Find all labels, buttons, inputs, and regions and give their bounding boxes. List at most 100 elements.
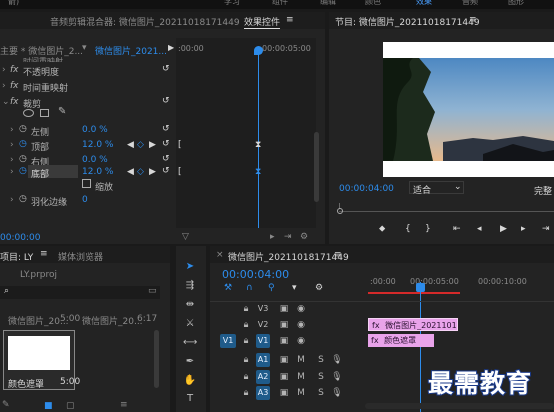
add-keyframe-icon[interactable]: ◇ xyxy=(137,140,144,150)
sequence-tab[interactable]: 微信图片_20211018171449 xyxy=(228,250,349,263)
reset-icon[interactable]: ↺ xyxy=(162,166,170,176)
crop-top-value[interactable]: 12.0 % xyxy=(82,140,113,150)
go-to-out-icon[interactable]: ⇥ xyxy=(542,224,550,234)
search-input[interactable] xyxy=(0,286,160,299)
quality-value[interactable]: 完整 xyxy=(534,184,552,197)
razor-tool-icon[interactable]: ⚔ xyxy=(183,317,197,331)
crop-bottom-value[interactable]: 12.0 % xyxy=(82,167,113,177)
zoom-checkbox[interactable] xyxy=(82,179,91,188)
slip-tool-icon[interactable]: ⟷ xyxy=(183,336,197,350)
chevron-right-icon[interactable]: › xyxy=(10,140,14,150)
source-patch-v1[interactable]: V1 xyxy=(220,334,236,348)
crop-label[interactable]: 裁剪 xyxy=(23,97,41,110)
menu-assembly[interactable]: 组件 xyxy=(272,0,288,7)
feather-value[interactable]: 0 xyxy=(82,195,88,205)
time-remap-label[interactable]: 时间重映射 xyxy=(23,81,68,94)
play-icon[interactable]: ▶ xyxy=(500,224,507,234)
track-label-a2[interactable]: A2 xyxy=(256,370,270,384)
panel-menu-icon[interactable]: ≡ xyxy=(40,249,48,259)
close-icon[interactable]: × xyxy=(216,250,224,260)
pencil-icon[interactable]: ✎ xyxy=(2,400,10,410)
chevron-right-icon[interactable]: › xyxy=(2,65,6,75)
tab-media-browser[interactable]: 媒体浏览器 xyxy=(58,250,103,263)
menu-learn[interactable]: 学习 xyxy=(224,0,240,7)
icon-view-icon[interactable]: ▢ xyxy=(66,401,75,411)
mic-icon[interactable]: 🎙︎ xyxy=(330,386,344,400)
reset-icon[interactable]: ↺ xyxy=(162,96,170,106)
keyframe-icon[interactable]: ⧗ xyxy=(255,167,261,177)
filter-icon[interactable]: ▽ xyxy=(182,232,189,242)
selection-tool-icon[interactable]: ➤ xyxy=(183,260,197,274)
scrub-bar[interactable] xyxy=(339,211,554,212)
track-label-v1[interactable]: V1 xyxy=(256,334,270,348)
nest-icon[interactable]: ⚒ xyxy=(224,283,232,293)
type-tool-icon[interactable]: T xyxy=(183,392,197,406)
next-keyframe-icon[interactable]: ▶ xyxy=(149,167,156,177)
keyframe-timeline[interactable] xyxy=(176,38,316,228)
track-select-tool-icon[interactable]: ⇶ xyxy=(183,279,197,293)
lock-icon[interactable]: 🔒︎ xyxy=(239,386,253,400)
tab-effect-controls[interactable]: 效果控件 xyxy=(244,15,281,29)
stopwatch-icon[interactable]: ◷ xyxy=(19,154,27,164)
reset-icon[interactable]: ↺ xyxy=(162,139,170,149)
lock-icon[interactable]: 🔒︎ xyxy=(239,353,253,367)
sync-lock-icon[interactable]: ▣ xyxy=(277,302,291,316)
crumb-clip[interactable]: 微信图片_2021... xyxy=(95,44,167,57)
play-audio-icon[interactable]: ▸ xyxy=(270,232,275,242)
timeline-timecode[interactable]: 00:00:04:00 xyxy=(222,268,289,281)
stopwatch-icon[interactable]: ◷ xyxy=(19,194,27,204)
panel-menu-icon[interactable]: ≡ xyxy=(469,15,477,25)
chevron-right-icon[interactable]: › xyxy=(10,195,14,205)
eye-icon[interactable]: ◉ xyxy=(294,334,308,348)
solo-button[interactable]: S xyxy=(314,370,328,384)
solo-button[interactable]: S xyxy=(314,386,328,400)
mute-button[interactable]: M xyxy=(294,353,308,367)
reset-icon[interactable]: ↺ xyxy=(162,124,170,134)
pen-mask-icon[interactable]: ✎ xyxy=(58,106,66,117)
sync-lock-icon[interactable]: ▣ xyxy=(277,386,291,400)
menu-graphics[interactable]: 图形 xyxy=(508,0,524,7)
chevron-right-icon[interactable]: › xyxy=(2,81,6,91)
pen-tool-icon[interactable]: ✒ xyxy=(183,355,197,369)
snap-icon[interactable]: ∩ xyxy=(246,283,253,293)
lock-icon[interactable]: 🔒︎ xyxy=(239,302,253,316)
timeline-clip-matte[interactable]: fx 颜色遮罩 xyxy=(368,334,434,347)
step-back-icon[interactable]: ◂ xyxy=(477,224,482,234)
go-to-in-icon[interactable]: ⇤ xyxy=(453,224,461,234)
project-scrollbar[interactable] xyxy=(154,330,159,388)
track-label-a3[interactable]: A3 xyxy=(256,386,270,400)
tab-audio-mixer[interactable]: 音频剪辑混合器: 微信图片_20211018171449 xyxy=(50,15,240,28)
eye-icon[interactable]: ◉ xyxy=(294,318,308,332)
track-label-a1[interactable]: A1 xyxy=(256,353,270,367)
fx-timecode[interactable]: 00:00:00 xyxy=(0,233,40,243)
sync-lock-icon[interactable]: ▣ xyxy=(277,318,291,332)
tab-project[interactable]: 项目: LY xyxy=(0,250,33,263)
stopwatch-active-icon[interactable]: ◷ xyxy=(19,166,27,176)
keyframe-icon[interactable]: ⧗ xyxy=(255,140,261,150)
prev-keyframe-icon[interactable]: ◀ xyxy=(127,167,134,177)
stopwatch-icon[interactable]: ◷ xyxy=(19,124,27,134)
track-label-v3[interactable]: V3 xyxy=(256,302,270,316)
menu-truncated[interactable]: 箭) xyxy=(8,0,19,7)
program-title[interactable]: 节目: 微信图片_20211018171449 xyxy=(335,15,480,28)
hand-tool-icon[interactable]: ✋ xyxy=(183,374,197,388)
timeline-playhead-handle[interactable] xyxy=(416,283,425,292)
linked-selection-icon[interactable]: ⚲ xyxy=(268,283,275,293)
mute-button[interactable]: M xyxy=(294,370,308,384)
mute-button[interactable]: M xyxy=(294,386,308,400)
sync-lock-icon[interactable]: ▣ xyxy=(277,370,291,384)
reset-icon[interactable]: ↺ xyxy=(162,154,170,164)
playhead-handle[interactable] xyxy=(254,46,263,55)
panel-menu-icon[interactable]: ≡ xyxy=(286,15,294,25)
fit-dropdown[interactable]: 适合 ⌄ xyxy=(409,181,464,196)
ripple-edit-tool-icon[interactable]: ⇹ xyxy=(183,298,197,312)
settings-icon[interactable]: ⚙ xyxy=(300,232,308,242)
play-only-icon[interactable]: ▶ xyxy=(168,43,174,52)
step-forward-icon[interactable]: ▸ xyxy=(521,224,526,234)
wrench-icon[interactable]: ⚙ xyxy=(315,283,323,293)
track-label-v2[interactable]: V2 xyxy=(256,318,270,332)
menu-audio[interactable]: 音频 xyxy=(462,0,478,7)
scrub-handle[interactable] xyxy=(337,208,343,214)
ellipse-mask-icon[interactable] xyxy=(23,109,34,117)
mark-out-icon[interactable]: } xyxy=(425,224,431,234)
